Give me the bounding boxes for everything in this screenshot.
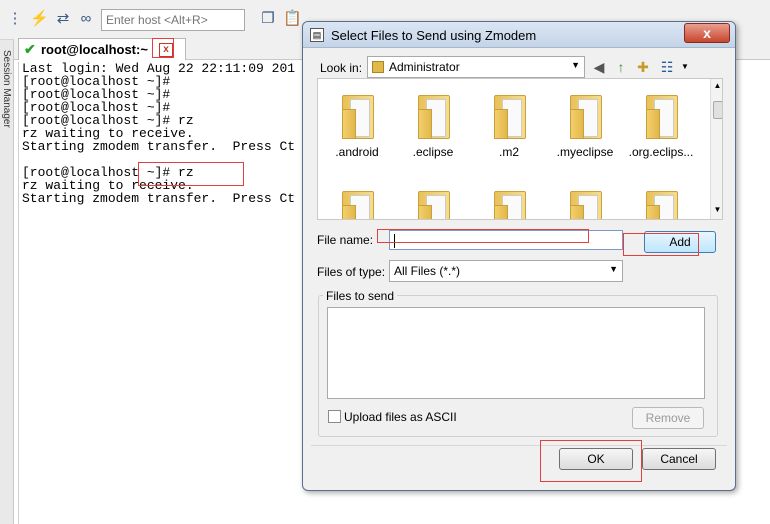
tab-close-highlight bbox=[152, 38, 174, 58]
folder-icon bbox=[570, 191, 602, 219]
dialog-titlebar[interactable]: ▤ Select Files to Send using Zmodem x bbox=[303, 22, 735, 48]
copy-icon[interactable]: ❐ bbox=[259, 10, 277, 28]
host-input[interactable] bbox=[101, 9, 245, 31]
lightning-icon[interactable]: ⚡ bbox=[30, 10, 49, 28]
link-icon[interactable]: ∞ bbox=[77, 10, 95, 28]
folder-icon bbox=[646, 191, 678, 219]
folder-icon bbox=[418, 95, 450, 139]
folder-item[interactable]: .android bbox=[324, 91, 390, 161]
folder-item[interactable] bbox=[476, 187, 542, 219]
folder-icon bbox=[494, 191, 526, 219]
upload-ascii-label[interactable]: Upload files as ASCII bbox=[344, 410, 457, 424]
dialog-separator bbox=[311, 445, 727, 446]
view-menu-chevron-icon[interactable]: ▼ bbox=[676, 58, 694, 76]
folder-icon bbox=[342, 95, 374, 139]
folder-item[interactable]: .m2 bbox=[476, 91, 542, 161]
files-of-type-value: All Files (*.*) bbox=[394, 264, 461, 278]
zmodem-send-dialog: ▤ Select Files to Send using Zmodem x Lo… bbox=[302, 21, 736, 491]
look-in-select[interactable]: Administrator ▼ bbox=[367, 56, 585, 78]
folder-item[interactable]: .eclipse bbox=[400, 91, 466, 161]
folder-item[interactable] bbox=[324, 187, 390, 219]
folder-name: .eclipse bbox=[412, 145, 454, 159]
folder-name: .myeclipse bbox=[556, 145, 614, 159]
folder-name: .android bbox=[335, 145, 379, 159]
dialog-close-button[interactable]: x bbox=[684, 23, 730, 43]
file-list-scrollbar[interactable]: ▲ ▼ bbox=[710, 79, 722, 219]
folder-icon bbox=[418, 191, 450, 219]
folder-item[interactable]: .myeclipse bbox=[552, 91, 618, 161]
scroll-thumb[interactable] bbox=[713, 101, 722, 119]
rz-command-highlight bbox=[138, 162, 244, 186]
folder-item[interactable] bbox=[400, 187, 466, 219]
add-button-highlight bbox=[623, 233, 699, 256]
dialog-app-icon: ▤ bbox=[310, 28, 324, 42]
scroll-down-icon[interactable]: ▼ bbox=[711, 205, 722, 214]
folder-icon bbox=[342, 191, 374, 219]
scroll-up-icon[interactable]: ▲ bbox=[711, 81, 722, 90]
ok-button-highlight bbox=[540, 440, 642, 482]
dialog-title: Select Files to Send using Zmodem bbox=[331, 28, 537, 43]
user-folder-icon bbox=[372, 61, 384, 73]
up-folder-icon[interactable]: ↑ bbox=[612, 58, 630, 76]
connected-check-icon: ✔ bbox=[24, 41, 36, 57]
remove-button[interactable]: Remove bbox=[632, 407, 704, 429]
files-of-type-label: Files of type: bbox=[317, 265, 386, 279]
file-name-label: File name: bbox=[317, 233, 374, 247]
files-of-type-select[interactable]: All Files (*.*) ▼ bbox=[389, 260, 623, 282]
files-to-send-list[interactable] bbox=[327, 307, 705, 399]
session-manager-label: Session Manager bbox=[1, 50, 12, 128]
tree-icon[interactable]: ⋮ bbox=[6, 10, 24, 28]
chevron-down-icon: ▼ bbox=[571, 60, 580, 70]
session-tab-label: root@localhost:~ bbox=[41, 42, 148, 57]
view-menu-icon[interactable]: ☷ bbox=[658, 58, 676, 76]
new-folder-icon[interactable]: ✚ bbox=[634, 58, 652, 76]
folder-item[interactable] bbox=[552, 187, 618, 219]
reconnect-icon[interactable]: ⇄ bbox=[54, 10, 72, 28]
back-icon[interactable]: ◀ bbox=[590, 58, 608, 76]
folder-icon bbox=[646, 95, 678, 139]
file-name-highlight bbox=[377, 229, 589, 243]
folder-icon bbox=[570, 95, 602, 139]
chevron-down-icon: ▼ bbox=[609, 264, 618, 274]
look-in-label: Look in: bbox=[320, 61, 363, 75]
look-in-value: Administrator bbox=[389, 60, 460, 74]
upload-ascii-checkbox[interactable] bbox=[328, 410, 341, 423]
folder-icon bbox=[494, 95, 526, 139]
session-manager-panel[interactable]: Session Manager bbox=[0, 40, 14, 524]
folder-item[interactable]: .org.eclips... bbox=[628, 91, 694, 161]
folder-item[interactable] bbox=[628, 187, 694, 219]
cancel-button[interactable]: Cancel bbox=[642, 448, 716, 470]
folder-name: .m2 bbox=[498, 145, 519, 159]
folder-name: .org.eclips... bbox=[628, 145, 694, 159]
files-to-send-label: Files to send bbox=[323, 289, 398, 303]
paste-icon[interactable]: 📋 bbox=[283, 10, 302, 28]
file-list[interactable]: .android .eclipse .m2 .myeclipse .org.ec… bbox=[317, 78, 723, 220]
